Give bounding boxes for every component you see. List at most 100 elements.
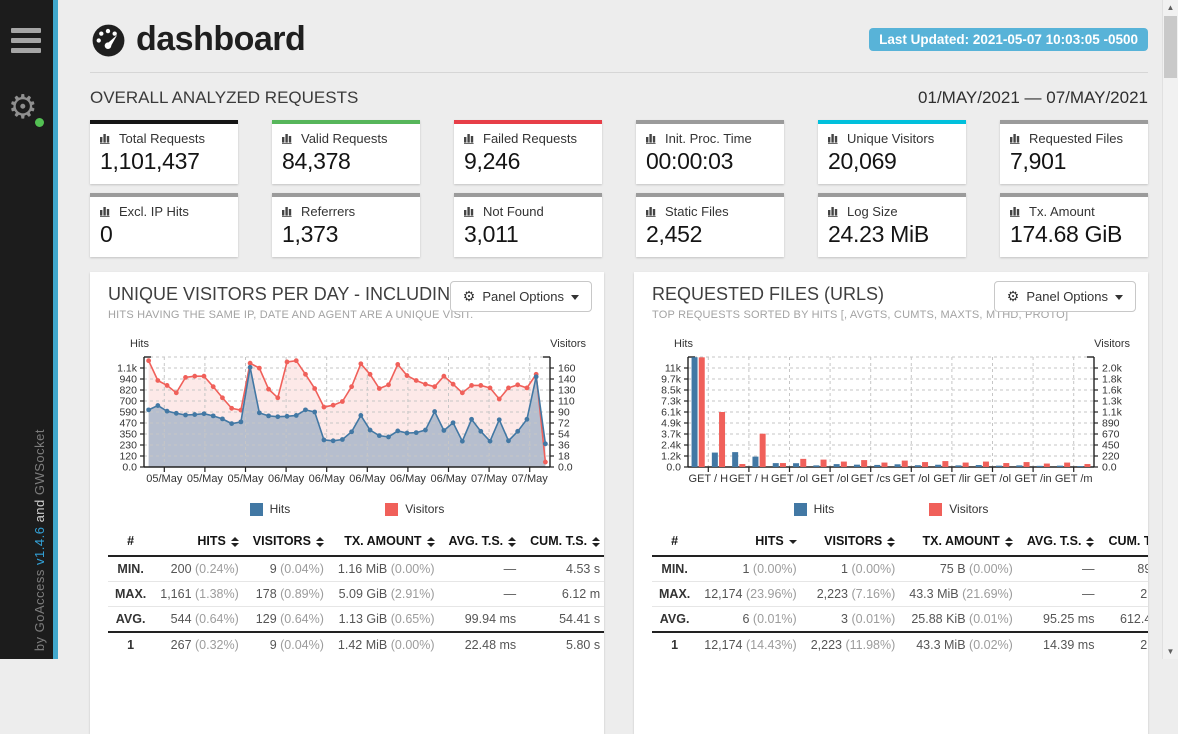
sort-icon — [316, 537, 324, 547]
panel-requested-files: REQUESTED FILES (URLS) TOP REQUESTS SORT… — [634, 272, 1148, 734]
column-header-cum-t-s-[interactable]: CUM. T.S. — [523, 528, 604, 556]
svg-text:230: 230 — [119, 440, 137, 452]
sidebar: ⚙ by GoAccess v1.4.6 and GWSocket — [0, 0, 53, 659]
bar-chart-icon — [828, 206, 841, 217]
table-cell: — — [442, 582, 524, 607]
date-range: 01/MAY/2021 — 07/MAY/2021 — [918, 88, 1148, 108]
column-header-visitors[interactable]: VISITORS — [246, 528, 331, 556]
bar-chart-icon — [282, 206, 295, 217]
section-heading: OVERALL ANALYZED REQUESTS — [90, 88, 358, 108]
table-cell: 89.00 s — [1101, 556, 1148, 582]
row-label: 1 — [108, 632, 153, 657]
column-header-tx-amount[interactable]: TX. AMOUNT — [902, 528, 1020, 556]
svg-text:3.7k: 3.7k — [661, 429, 682, 441]
table-row: 1267 (0.32%)9 (0.04%)1.42 MiB (0.00%)22.… — [108, 632, 604, 657]
column-header-hits[interactable]: HITS — [697, 528, 803, 556]
column-header-hits[interactable]: HITS — [153, 528, 246, 556]
svg-text:160: 160 — [558, 363, 576, 375]
table-cell: 1,161 (1.38%) — [153, 582, 246, 607]
table-cell: 95.25 ms — [1020, 607, 1102, 633]
page-title: dashboard — [136, 20, 305, 59]
column-header-cum-t-s-[interactable]: CUM. T.S. — [1101, 528, 1148, 556]
status-dot — [35, 118, 44, 127]
scroll-up-icon[interactable]: ▲ — [1163, 0, 1178, 15]
table-cell: 54.41 s — [523, 607, 604, 633]
legend-label: Hits — [270, 502, 291, 516]
column-header-avg-t-s-[interactable]: AVG. T.S. — [1020, 528, 1102, 556]
scrollbar-thumb[interactable] — [1164, 16, 1177, 78]
last-updated-badge: Last Updated: 2021-05-07 10:03:05 -0500 — [869, 28, 1148, 51]
metric-label: Valid Requests — [282, 131, 410, 146]
column-header-visitors[interactable]: VISITORS — [804, 528, 903, 556]
version-link[interactable]: v1.4.6 — [32, 526, 47, 564]
svg-text:1.2k: 1.2k — [661, 451, 682, 463]
metric-label: Excl. IP Hits — [100, 204, 228, 219]
sort-icon — [592, 537, 600, 547]
svg-text:GET /cs: GET /cs — [851, 473, 891, 485]
metrics-grid: Total Requests1,101,437Valid Requests84,… — [90, 120, 1148, 257]
table-cell: 1.13 GiB (0.65%) — [331, 607, 442, 633]
legend-label: Visitors — [405, 502, 444, 516]
table-cell: 178 (0.89%) — [246, 582, 331, 607]
metric-label: Failed Requests — [464, 131, 592, 146]
table-cell: 22.48 ms — [442, 632, 524, 657]
table-cell: 2.90 m — [1101, 582, 1148, 607]
bar-chart-icon — [464, 133, 477, 144]
svg-text:GET /m: GET /m — [1055, 473, 1093, 485]
svg-text:0.0: 0.0 — [122, 462, 137, 474]
sort-icon — [1086, 537, 1094, 547]
table-cell: 2.90 m — [1101, 632, 1148, 657]
credit-mid: and — [32, 495, 47, 526]
column-header-tx-amount[interactable]: TX. AMOUNT — [331, 528, 442, 556]
column-header--[interactable]: # — [652, 528, 697, 556]
metric-value: 20,069 — [828, 148, 956, 175]
metric-card: Tx. Amount174.68 GiB — [1000, 193, 1148, 257]
table-cell: 43.3 MiB (0.02%) — [902, 632, 1020, 657]
table-row: MAX.12,174 (23.96%)2,223 (7.16%)43.3 MiB… — [652, 582, 1148, 607]
svg-text:GET / H: GET / H — [689, 473, 729, 485]
table-row: AVG.6 (0.01%)3 (0.01%)25.88 KiB (0.01%)9… — [652, 607, 1148, 633]
table-cell: 2,223 (7.16%) — [804, 582, 903, 607]
table-row: AVG.544 (0.64%)129 (0.64%)1.13 GiB (0.65… — [108, 607, 604, 633]
scroll-down-icon[interactable]: ▼ — [1163, 644, 1178, 659]
table-row: MIN.1 (0.00%)1 (0.00%)75 B (0.00%)—89.00… — [652, 556, 1148, 582]
table-cell: 12,174 (23.96%) — [697, 582, 803, 607]
svg-text:590: 590 — [119, 407, 137, 419]
table-cell: 200 (0.24%) — [153, 556, 246, 582]
metric-value: 7,901 — [1010, 148, 1138, 175]
row-label: MAX. — [108, 582, 153, 607]
visitors-table: #HITSVISITORSTX. AMOUNTAVG. T.S.CUM. T.S… — [108, 528, 604, 657]
column-header--[interactable]: # — [108, 528, 153, 556]
table-cell: 1.16 MiB (0.00%) — [331, 556, 442, 582]
svg-text:700: 700 — [119, 396, 137, 408]
metric-value: 1,101,437 — [100, 148, 228, 175]
table-cell: — — [442, 556, 524, 582]
table-cell: 6 (0.01%) — [697, 607, 803, 633]
svg-text:Visitors: Visitors — [550, 338, 586, 350]
svg-text:Hits: Hits — [674, 338, 693, 350]
svg-text:05/May: 05/May — [187, 473, 224, 485]
svg-text:1.6k: 1.6k — [1102, 385, 1123, 397]
sort-icon — [231, 537, 239, 547]
metric-value: 2,452 — [646, 221, 774, 248]
bar-chart-icon — [828, 133, 841, 144]
requested-files-chart: 0.00.01.2k2202.4k4503.7k6704.9k8906.1k1.… — [652, 335, 1130, 495]
column-header-avg-t-s-[interactable]: AVG. T.S. — [442, 528, 524, 556]
panel-options-button[interactable]: ⚙ Panel Options — [450, 281, 592, 312]
panel-options-button[interactable]: ⚙ Panel Options — [994, 281, 1136, 312]
scrollbar[interactable]: ▲ ▼ — [1162, 0, 1178, 659]
svg-text:670: 670 — [1102, 429, 1120, 441]
svg-text:06/May: 06/May — [390, 473, 427, 485]
menu-toggle-icon[interactable] — [11, 28, 53, 53]
metric-label: Requested Files — [1010, 131, 1138, 146]
metric-label: Log Size — [828, 204, 956, 219]
metric-card: Log Size24.23 MiB — [818, 193, 966, 257]
table-cell: 3 (0.01%) — [804, 607, 903, 633]
svg-text:450: 450 — [1102, 440, 1120, 452]
svg-text:890: 890 — [1102, 418, 1120, 430]
settings-gear-icon[interactable]: ⚙ — [8, 90, 38, 123]
metric-value: 9,246 — [464, 148, 592, 175]
svg-text:36: 36 — [558, 440, 570, 452]
svg-text:06/May: 06/May — [349, 473, 386, 485]
row-label: MAX. — [652, 582, 697, 607]
